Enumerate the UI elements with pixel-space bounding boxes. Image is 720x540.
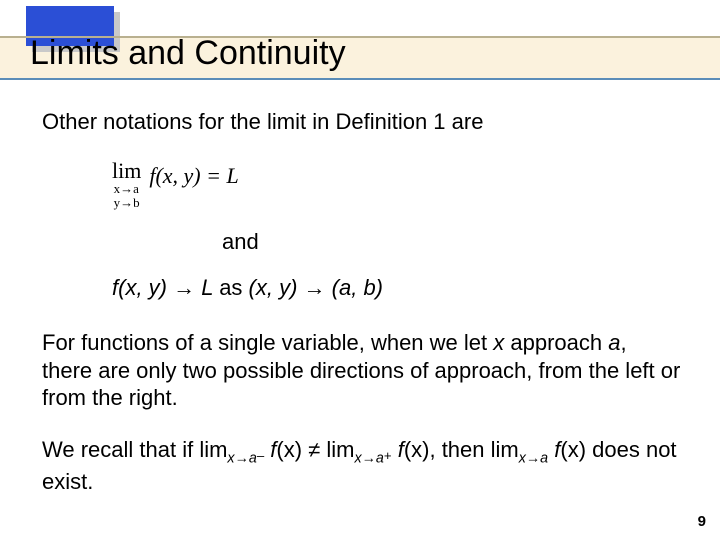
p3plus: + — [384, 448, 392, 463]
eq2-ab: (a, b) — [326, 275, 383, 300]
p3e: (x), then lim — [404, 437, 519, 462]
eq2-as: as — [219, 275, 248, 300]
lim-word: lim — [112, 160, 141, 182]
rule-bottom — [0, 78, 720, 80]
and-word: and — [222, 228, 682, 256]
p2a2: a — [608, 330, 620, 355]
p2a: For functions of a single variable, when… — [42, 330, 493, 355]
p3d: f — [392, 437, 404, 462]
p3f: f — [548, 437, 560, 462]
p2b: approach — [504, 330, 608, 355]
p3s1: x→a — [227, 450, 256, 466]
p2x: x — [493, 330, 504, 355]
p3c: (x) ≠ lim — [276, 437, 354, 462]
lim-sub-y: y→b — [114, 195, 140, 210]
eq2-xy: (x, y) — [249, 275, 304, 300]
equation-limit: lim x→a y→b f(x, y) = L — [112, 160, 682, 211]
lim-sub-x: x→a — [114, 181, 139, 196]
eq2-L: L — [195, 275, 219, 300]
p3s2: x→a — [354, 450, 383, 466]
slide: Limits and Continuity Other notations fo… — [0, 0, 720, 540]
body-text: Other notations for the limit in Definit… — [42, 108, 682, 519]
page-title: Limits and Continuity — [30, 34, 346, 73]
equation-arrow: f(x, y) → L as (x, y) → (a, b) — [112, 274, 682, 302]
p3a: We recall that if lim — [42, 437, 227, 462]
arrow-icon: → — [173, 275, 195, 300]
p3minus: – — [257, 448, 264, 463]
eq2-args: (x, y) — [118, 275, 173, 300]
para-intro: Other notations for the limit in Definit… — [42, 108, 682, 136]
para-recall: We recall that if limx→a– f(x) ≠ limx→a+… — [42, 436, 682, 496]
para-single-var: For functions of a single variable, when… — [42, 329, 682, 412]
arrow-icon-2: → — [304, 275, 326, 300]
p3s3: x→a — [519, 450, 548, 466]
page-number: 9 — [698, 513, 706, 530]
p3b: f — [264, 437, 276, 462]
lim-expr: f(x, y) = L — [149, 160, 238, 190]
